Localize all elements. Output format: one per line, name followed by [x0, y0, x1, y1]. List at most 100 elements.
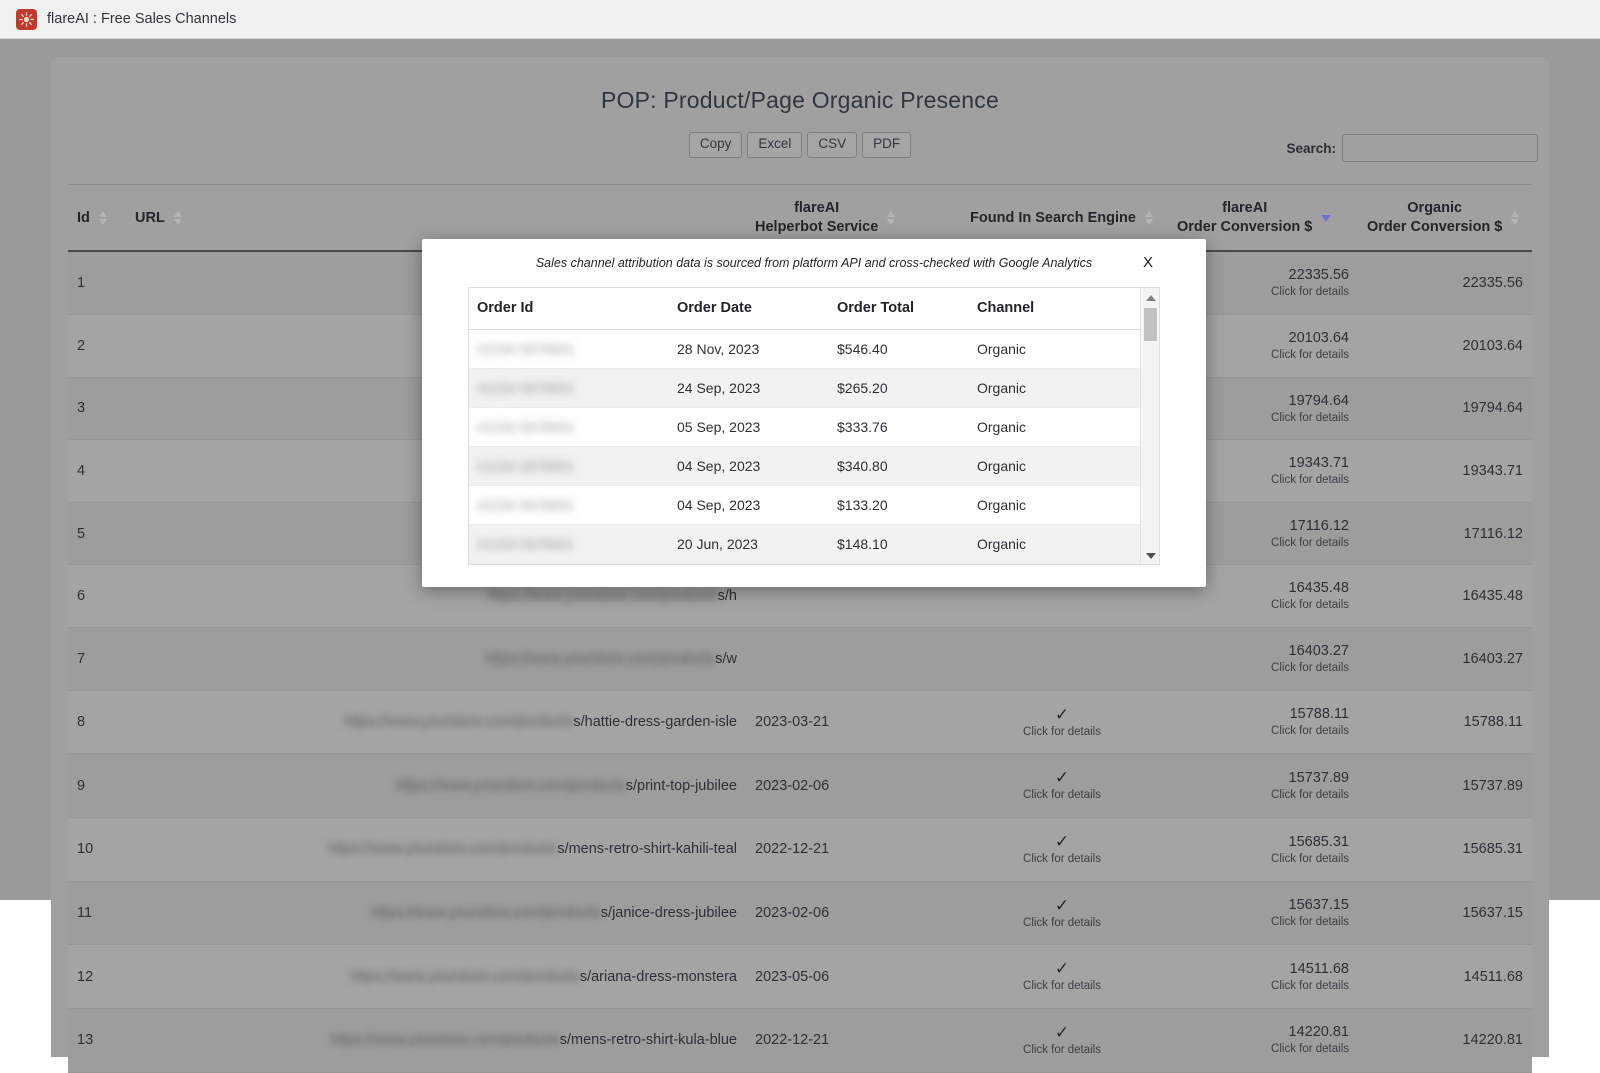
modal-cell-order-id: #1234 5678901 — [469, 524, 669, 564]
sort-desc-icon[interactable] — [1321, 210, 1332, 226]
cell-url[interactable]: https://www.yourstore.com/productss/mens… — [126, 1008, 746, 1073]
cell-flareai-order-conversion[interactable]: 14220.81 Click for details — [1168, 1008, 1358, 1073]
modal-cell-order-total: $333.76 — [829, 407, 969, 447]
redacted-order-id: #1234 5678901 — [477, 497, 575, 513]
click-for-details-label: Click for details — [1271, 979, 1349, 992]
modal-scrollbar[interactable] — [1140, 288, 1159, 564]
redacted-url-prefix: https://www.yourstore.com/products — [396, 777, 626, 794]
cell-url[interactable]: https://www.yourstore.com/productss/aria… — [126, 944, 746, 1009]
cell-found-in-search-engine[interactable]: ✓ Click for details — [956, 690, 1168, 755]
excel-button[interactable]: Excel — [747, 132, 803, 158]
sort-icon[interactable] — [173, 210, 183, 226]
modal-cell-channel: Organic — [969, 563, 1141, 564]
url-slug: s/h — [717, 588, 737, 605]
click-for-details-label: Click for details — [1271, 916, 1349, 929]
click-for-details-label: Click for details — [1271, 725, 1349, 738]
cell-url[interactable]: https://www.yourstore.com/productss/w — [126, 627, 746, 691]
cell-flareai-order-conversion[interactable]: 15685.31 Click for details — [1168, 817, 1358, 882]
sort-icon[interactable] — [1144, 210, 1154, 226]
click-for-details-label: Click for details — [1023, 725, 1101, 738]
modal-cell-order-date: 04 Sep, 2023 — [669, 446, 829, 486]
cell-id: 1 — [68, 251, 126, 315]
pdf-button[interactable]: PDF — [862, 132, 912, 158]
redacted-url-prefix: https://www.yourstore.com/products — [371, 904, 601, 921]
flareai-conversion-value: 15737.89 — [1288, 769, 1349, 786]
browser-tab[interactable]: flareAI : Free Sales Channels — [0, 0, 252, 39]
cell-found-in-search-engine[interactable] — [956, 627, 1168, 691]
flare-sun-icon — [16, 8, 37, 30]
modal-cell-order-id: #1234 5678901 — [469, 446, 669, 486]
modal-cell-channel: Organic — [969, 485, 1141, 525]
modal-cell-order-date: 20 Jun, 2023 — [669, 524, 829, 564]
close-icon[interactable]: X — [1138, 253, 1158, 272]
search-input[interactable] — [1342, 134, 1538, 162]
modal-cell-order-total: $546.40 — [829, 329, 969, 369]
cell-id: 3 — [68, 377, 126, 441]
cell-organic-order-conversion: 22335.56 — [1358, 251, 1532, 315]
cell-found-in-search-engine[interactable]: ✓ Click for details — [956, 817, 1168, 882]
cell-helperbot-service: 2022-12-21 — [746, 1008, 956, 1073]
sort-icon[interactable] — [1511, 210, 1520, 226]
cell-flareai-order-conversion[interactable]: 15788.11 Click for details — [1168, 690, 1358, 755]
copy-button[interactable]: Copy — [688, 132, 743, 158]
cell-flareai-order-conversion[interactable]: 15637.15 Click for details — [1168, 881, 1358, 946]
cell-found-in-search-engine[interactable]: ✓ Click for details — [956, 944, 1168, 1009]
search-label: Search: — [1286, 140, 1336, 156]
url-slug: s/mens-retro-shirt-kula-blue — [559, 1032, 737, 1049]
cell-found-in-search-engine[interactable]: ✓ Click for details — [956, 881, 1168, 946]
cell-flareai-order-conversion[interactable]: 15737.89 Click for details — [1168, 753, 1358, 819]
modal-table-row: #1234 5678901 24 Sep, 2023 $265.20 Organic — [469, 368, 1141, 408]
page-body: POP: Product/Page Organic Presence Copy E… — [0, 39, 1600, 1073]
cell-url[interactable]: https://www.yourstore.com/productss/hatt… — [126, 690, 746, 755]
column-header-5[interactable]: Organic Order Conversion $ — [1358, 184, 1532, 253]
cell-helperbot-service: 2022-12-21 — [746, 817, 956, 882]
url-slug: s/w — [715, 650, 737, 667]
click-for-details-label: Click for details — [1023, 789, 1101, 802]
browser-tab-title: flareAI : Free Sales Channels — [47, 11, 237, 27]
flareai-conversion-value: 20103.64 — [1288, 329, 1349, 346]
cell-url[interactable]: https://www.yourstore.com/productss/mens… — [126, 817, 746, 882]
cell-found-in-search-engine[interactable]: ✓ Click for details — [956, 1008, 1168, 1073]
cell-helperbot-service — [746, 627, 956, 691]
modal-scroll-area: Order Id Order Date Order Total Channel #12… — [469, 288, 1141, 564]
modal-table-body: #1234 5678901 28 Nov, 2023 $546.40 Organic #… — [469, 329, 1141, 564]
modal-cell-order-id: #1234 5678901 — [469, 407, 669, 447]
sort-icon[interactable] — [887, 210, 896, 226]
column-header-label: Found In Search Engine — [970, 209, 1136, 226]
scrollbar-thumb[interactable] — [1144, 308, 1157, 341]
cell-id: 7 — [68, 627, 126, 691]
scroll-down-arrow-icon[interactable] — [1146, 553, 1156, 559]
cell-id: 10 — [68, 817, 126, 882]
cell-flareai-order-conversion[interactable]: 16403.27 Click for details — [1168, 627, 1358, 691]
table-row: 10 https://www.yourstore.com/productss/me… — [68, 817, 1532, 882]
flareai-conversion-value: 16403.27 — [1288, 643, 1349, 660]
click-for-details-label: Click for details — [1271, 1043, 1349, 1056]
scroll-up-arrow-icon[interactable] — [1146, 295, 1156, 301]
check-icon: ✓ — [1054, 704, 1070, 724]
modal-cell-order-id: #1234 5678901 — [469, 368, 669, 408]
csv-button[interactable]: CSV — [807, 132, 858, 158]
cell-found-in-search-engine[interactable]: ✓ Click for details — [956, 753, 1168, 819]
column-header-label: flareAI Helperbot Service — [755, 200, 879, 236]
modal-cell-channel: Organic — [969, 407, 1141, 447]
url-slug: s/ariana-dress-monstera — [579, 968, 737, 985]
redacted-order-id: #1234 5678901 — [477, 458, 575, 474]
redacted-url-prefix: https://www.yourstore.com/products — [327, 841, 558, 858]
sort-icon[interactable] — [98, 210, 108, 226]
cell-organic-order-conversion: 16403.27 — [1358, 627, 1532, 691]
column-header-label: flareAI Order Conversion $ — [1177, 200, 1313, 236]
cell-url[interactable]: https://www.yourstore.com/productss/jani… — [126, 881, 746, 946]
click-for-details-label: Click for details — [1271, 599, 1349, 612]
cell-url[interactable]: https://www.yourstore.com/productss/prin… — [126, 753, 746, 819]
modal-cell-order-date: 28 Nov, 2023 — [669, 329, 829, 369]
modal-table-row: #1234 5678901 28 Nov, 2023 $546.40 Organic — [469, 329, 1141, 369]
flareai-conversion-value: 14220.81 — [1288, 1024, 1349, 1041]
cell-organic-order-conversion: 20103.64 — [1358, 314, 1532, 378]
page-title: POP: Product/Page Organic Presence — [600, 87, 999, 113]
modal-header-row: Order Id Order Date Order Total Channel — [469, 288, 1141, 330]
check-icon: ✓ — [1054, 959, 1070, 979]
cell-flareai-order-conversion[interactable]: 14511.68 Click for details — [1168, 944, 1358, 1009]
order-details-table: Order Id Order Date Order Total Channel #12… — [469, 288, 1141, 564]
cell-organic-order-conversion: 14220.81 — [1358, 1008, 1532, 1073]
column-header-0[interactable]: Id — [68, 184, 126, 253]
